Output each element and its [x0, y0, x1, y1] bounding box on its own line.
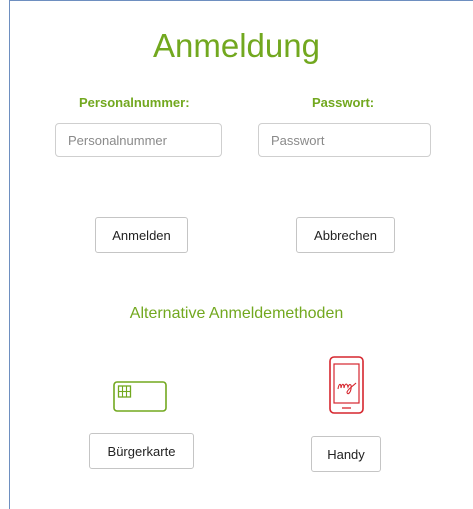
mobile-phone-button[interactable]: Handy — [311, 436, 381, 472]
personnel-number-input[interactable] — [55, 123, 222, 157]
smartcard-chip-icon[interactable] — [113, 381, 167, 412]
mobile-signature-icon[interactable] — [329, 356, 364, 414]
window-border-top — [9, 0, 473, 1]
password-input[interactable] — [258, 123, 431, 157]
login-button[interactable]: Anmelden — [95, 217, 188, 253]
password-label: Passwort: — [312, 95, 375, 110]
personnel-number-label: Personalnummer: — [79, 95, 190, 110]
page-title: Anmeldung — [153, 27, 320, 64]
cancel-button[interactable]: Abbrechen — [296, 217, 395, 253]
alternative-methods-title: Alternative Anmeldemethoden — [129, 305, 344, 322]
window-border-left — [9, 0, 10, 509]
citizen-card-button[interactable]: Bürgerkarte — [89, 433, 194, 469]
